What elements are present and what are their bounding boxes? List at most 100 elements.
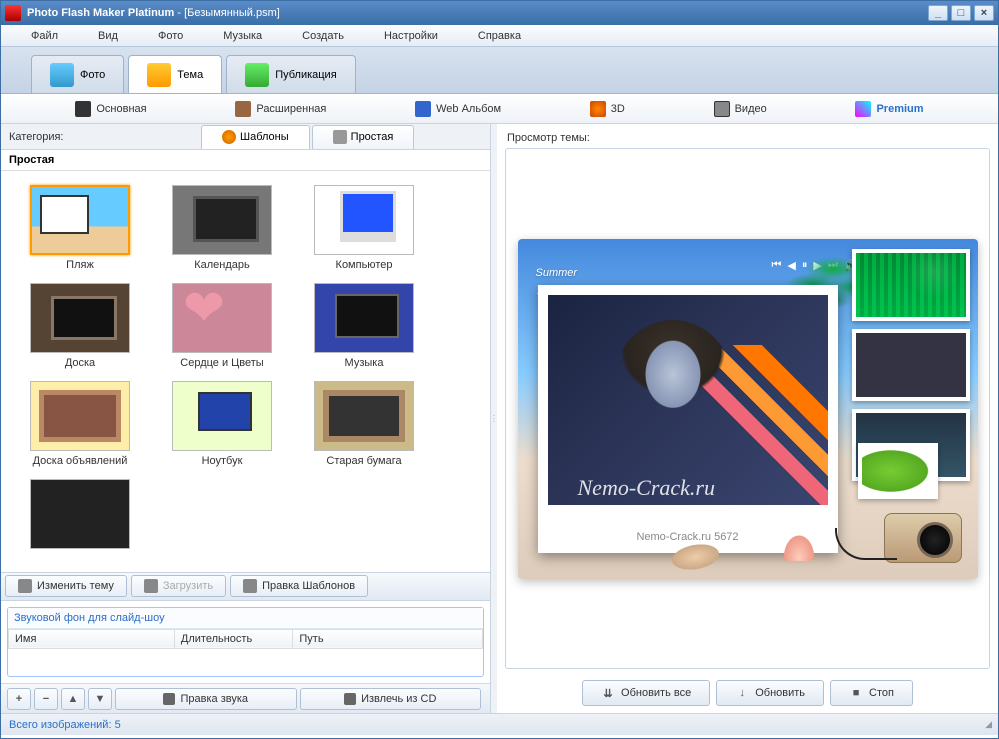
thumbnail-icon	[30, 283, 130, 353]
download-all-icon: ⇊	[601, 686, 615, 700]
audio-header: Звуковой фон для слайд-шоу	[8, 608, 483, 629]
menu-help[interactable]: Справка	[458, 27, 541, 45]
template-board[interactable]: Доска	[15, 283, 145, 369]
app-logo-icon	[5, 5, 21, 21]
category-premium[interactable]: Premium	[855, 101, 923, 117]
thumbnail-icon	[314, 283, 414, 353]
subtab-templates[interactable]: Шаблоны	[201, 125, 310, 149]
template-computer[interactable]: Компьютер	[299, 185, 429, 271]
title-bar: Photo Flash Maker Platinum - [Безымянный…	[1, 1, 998, 25]
template-actions: Изменить тему Загрузить Правка Шаблонов	[1, 573, 490, 601]
tab-theme[interactable]: Тема	[128, 55, 222, 93]
basic-icon	[75, 101, 91, 117]
remove-audio-button[interactable]: −	[34, 688, 58, 710]
download-icon	[144, 579, 158, 593]
chameleon-photo	[858, 443, 938, 499]
main-tabs: Фото Тема Публикация	[1, 47, 998, 94]
category-label: Категория:	[1, 131, 201, 143]
template-group-header: Простая	[1, 150, 490, 171]
download-icon: ↓	[735, 686, 749, 700]
window-title: Photo Flash Maker Platinum - [Безымянный…	[27, 7, 925, 19]
side-photo-1	[852, 249, 970, 321]
maximize-button[interactable]: □	[951, 5, 971, 21]
template-old-paper[interactable]: Старая бумага	[299, 381, 429, 467]
prev-track-icon[interactable]: ⏮	[772, 259, 782, 272]
thumbnail-icon	[172, 381, 272, 451]
thumbnail-icon	[172, 185, 272, 255]
move-up-button[interactable]: ▲	[61, 688, 85, 710]
resize-grip-icon[interactable]: ◢	[985, 719, 990, 730]
extended-icon	[235, 101, 251, 117]
templates-list[interactable]: Простая Пляж Календарь Компьютер Доска С…	[1, 150, 490, 573]
download-button[interactable]: Загрузить	[131, 575, 226, 597]
swap-icon	[18, 579, 32, 593]
menu-photo[interactable]: Фото	[138, 27, 203, 45]
category-row: Категория: Шаблоны Простая	[1, 124, 490, 150]
category-extended[interactable]: Расширенная	[235, 101, 326, 117]
menu-create[interactable]: Создать	[282, 27, 364, 45]
audio-table: Имя Длительность Путь	[8, 629, 483, 677]
change-theme-button[interactable]: Изменить тему	[5, 575, 127, 597]
template-music[interactable]: Музыка	[299, 283, 429, 369]
template-beach[interactable]: Пляж	[15, 185, 145, 271]
menu-file[interactable]: Файл	[11, 27, 78, 45]
template-calendar[interactable]: Календарь	[157, 185, 287, 271]
category-web-album[interactable]: Web Альбом	[415, 101, 501, 117]
pencil-icon	[163, 693, 175, 705]
edit-templates-button[interactable]: Правка Шаблонов	[230, 575, 368, 597]
photo-icon	[50, 63, 74, 87]
threeD-icon	[590, 101, 606, 117]
audio-empty-row	[9, 648, 483, 676]
menu-music[interactable]: Музыка	[203, 27, 282, 45]
video-icon	[714, 101, 730, 117]
side-photo-2	[852, 329, 970, 401]
stop-button[interactable]: ■Стоп	[830, 680, 913, 706]
main-photo: Nemo-Crack.ru Nemo-Crack.ru 5672	[538, 285, 838, 553]
thumbnail-icon	[314, 381, 414, 451]
template-heart-flowers[interactable]: Сердце и Цветы	[157, 283, 287, 369]
tab-publish[interactable]: Публикация	[226, 55, 355, 93]
audio-panel: Звуковой фон для слайд-шоу Имя Длительно…	[7, 607, 484, 678]
audio-controls: + − ▲ ▼ Правка звука Извлечь из CD	[1, 683, 490, 713]
update-all-button[interactable]: ⇊Обновить все	[582, 680, 710, 706]
disc-icon	[344, 693, 356, 705]
move-down-button[interactable]: ▼	[88, 688, 112, 710]
tab-photo[interactable]: Фото	[31, 55, 124, 93]
thumbnail-icon	[30, 479, 130, 549]
col-duration[interactable]: Длительность	[174, 629, 293, 648]
extract-cd-button[interactable]: Извлечь из CD	[300, 688, 482, 710]
category-video[interactable]: Видео	[714, 101, 767, 117]
minimize-button[interactable]: _	[928, 5, 948, 21]
subtab-simple[interactable]: Простая	[312, 125, 415, 149]
camera-decoration-icon	[884, 513, 962, 563]
template-bulletin-board[interactable]: Доска объявлений	[15, 381, 145, 467]
edit-sound-button[interactable]: Правка звука	[115, 688, 297, 710]
publish-icon	[245, 63, 269, 87]
thumbnail-icon	[30, 185, 130, 255]
watermark: Nemo-Crack.ru	[578, 475, 715, 501]
category-basic[interactable]: Основная	[75, 101, 146, 117]
template-more[interactable]	[15, 479, 145, 553]
premium-icon	[855, 101, 871, 117]
thumbnail-icon	[314, 185, 414, 255]
web-icon	[415, 101, 431, 117]
status-count: Всего изображений: 5	[9, 719, 121, 731]
update-button[interactable]: ↓Обновить	[716, 680, 824, 706]
preview-label: Просмотр темы:	[505, 128, 990, 148]
thumbnail-icon	[172, 283, 272, 353]
theme-preview: SummerTime ⏮ ◀ ⏸ ▶ ⏭ 🔊 Nemo-Crack.ru Nem…	[505, 148, 990, 669]
preview-actions: ⇊Обновить все ↓Обновить ■Стоп	[505, 669, 990, 709]
col-name[interactable]: Имя	[9, 629, 175, 648]
stop-icon: ■	[849, 686, 863, 700]
menu-settings[interactable]: Настройки	[364, 27, 458, 45]
category-3d[interactable]: 3D	[590, 101, 625, 117]
add-audio-button[interactable]: +	[7, 688, 31, 710]
left-panel: Категория: Шаблоны Простая Простая Пляж …	[1, 124, 491, 713]
menu-view[interactable]: Вид	[78, 27, 138, 45]
wrench-icon	[333, 130, 347, 144]
col-path[interactable]: Путь	[293, 629, 483, 648]
thumbnail-icon	[30, 381, 130, 451]
template-laptop[interactable]: Ноутбук	[157, 381, 287, 467]
close-button[interactable]: ×	[974, 5, 994, 21]
menu-bar: Файл Вид Фото Музыка Создать Настройки С…	[1, 25, 998, 47]
